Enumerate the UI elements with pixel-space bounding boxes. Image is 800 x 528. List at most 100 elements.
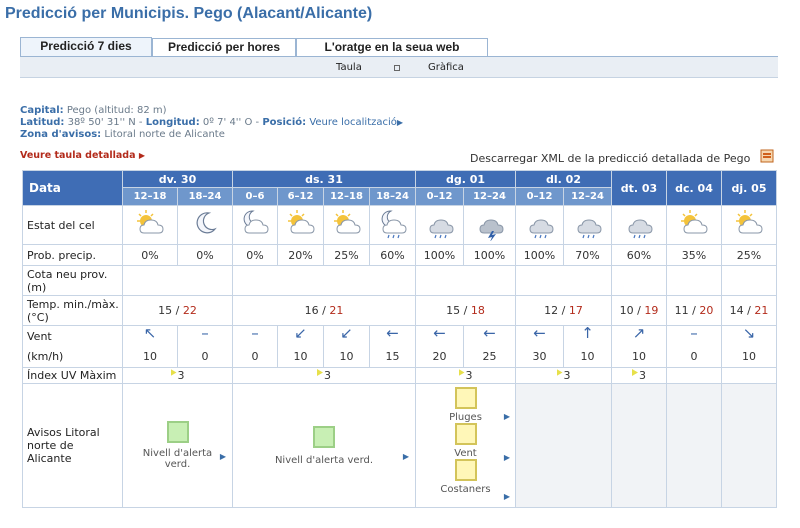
wind-arrow-icon: ↙ [340,325,353,342]
page-title: Predicció per Municipis. Pego (Alacant/A… [5,5,373,22]
sky-cell [563,205,612,245]
snow-cell [721,265,777,296]
temp-cell: 15 / 18 [415,295,516,326]
precip-cell: 0% [177,244,233,266]
day-header: dt. 03 [611,170,667,206]
wind-cell: ← 20 [415,325,464,368]
period-header: 12–24 [463,187,516,206]
precip-cell: 25% [323,244,370,266]
wind-speed: 10 [339,350,354,363]
sky-cell [177,205,233,245]
wind-cell: –0 [177,325,233,368]
arrow-right-icon: ▶ [219,452,226,461]
uv-flag-icon [458,369,465,376]
wind-speed: 25 [482,350,497,363]
arrow-right-icon: ▶ [396,118,404,127]
wind-speed: 15 [385,350,400,363]
sky-cell [122,205,178,245]
snow-cell [666,265,722,296]
sky-cell [463,205,516,245]
temp-cell: 14 / 21 [721,295,777,326]
wind-arrow-icon: ↗ [632,325,646,342]
precip-cell: 0% [232,244,278,266]
warning-cell[interactable]: Nivell d'alerta verd. ▶ [232,383,416,508]
wind-cell: –0 [232,325,278,368]
warning-text: Nivell d'alerta verd. [274,454,374,466]
period-header: 0–12 [515,187,564,206]
arrow-right-icon: ▶ [503,453,510,462]
uv-cell [666,367,722,384]
cloud-rain-icon [572,218,604,244]
sky-cell [323,205,370,245]
wind-speed: 0 [201,350,209,363]
wind-cell: –0 [666,325,722,368]
wind-speed: 10 [580,350,595,363]
day-header: dg. 01 [415,170,516,188]
warning-text: Nivell d'alerta verd. [142,448,213,470]
arrow-right-icon: ▶ [503,492,510,501]
sky-cell [277,205,324,245]
period-header: 12–24 [563,187,612,206]
rain-warning-icon [454,387,477,409]
coastal-warning[interactable]: Costaners [417,459,515,495]
warning-cell [611,383,667,508]
period-header: 0–12 [415,187,464,206]
wind-warning-icon [454,423,477,445]
uv-cell: 3 [611,367,667,384]
wind-speed: 0 [251,350,259,363]
warning-cell[interactable]: Pluges Vent Costaners ▶ ▶ ▶ [415,383,516,508]
wind-arrow-icon: ↙ [294,325,307,342]
location-link[interactable]: Veure localització [309,117,397,128]
temp-label: Temp. min./màx. (°C) [22,295,123,326]
cloud-rain-icon [524,218,556,244]
xml-download-link[interactable]: Descarregar XML de la predicció detallad… [470,152,750,165]
wind-arrow-icon: ← [386,325,399,342]
snow-cell [415,265,516,296]
wind-cell: ↘ 10 [721,325,777,368]
uv-cell: 3 [232,367,416,384]
tab-web-widget[interactable]: L'oratge en la seua web [296,38,488,56]
date-header: Data [22,170,123,206]
sky-cell [415,205,464,245]
wind-arrow-icon: ← [433,325,446,342]
xml-file-icon[interactable] [760,149,774,163]
tab-hourly[interactable]: Predicció per hores [152,38,296,56]
wind-cell: ↑ 10 [563,325,612,368]
sun-cloud-icon [678,209,710,244]
cloud-rain-icon [623,218,655,244]
tab-7-days[interactable]: Predicció 7 dies [20,37,152,57]
precip-cell: 100% [415,244,464,266]
period-header: 0–6 [232,187,278,206]
moon-icon [189,211,221,244]
snow-cell [232,265,416,296]
graph-view-link[interactable]: Gràfica [428,62,464,73]
rain-warning[interactable]: Pluges [417,387,515,423]
sun-cloud-icon [134,209,166,244]
wind-warning[interactable]: Vent [417,423,515,459]
zone-line: Zona d'avisos: Litoral norte de Alicante [20,129,225,140]
snow-cell [122,265,233,296]
wind-speed: 10 [293,350,308,363]
wind-arrow-icon: ← [483,325,496,342]
precip-cell: 70% [563,244,612,266]
uv-flag-icon [317,369,323,376]
wind-speed: 20 [432,350,447,363]
temp-cell: 16 / 21 [232,295,416,326]
uv-cell: 3 [515,367,612,384]
precip-cell: 0% [122,244,178,266]
arrow-right-icon: ▶ [402,452,409,461]
warning-cell[interactable]: Nivell d'alerta verd. ▶ [122,383,233,508]
square-icon [394,65,400,71]
temp-cell: 12 / 17 [515,295,612,326]
detail-table-link[interactable]: Veure taula detallada ▶ [20,150,145,161]
sky-label: Estat del cel [22,205,123,245]
sun-cloud-icon [733,209,765,244]
wind-cell: ↙ 10 [277,325,324,368]
wind-arrow-icon: ↑ [581,325,594,342]
sun-cloud-icon [331,209,363,244]
coords-line: Latitud: 38º 50' 31'' N - Longitud: 0º 7… [20,117,404,128]
day-header: dc. 04 [666,170,722,206]
uv-cell: 3 [415,367,516,384]
wind-speed: 30 [532,350,547,363]
table-view-link[interactable]: Taula [336,62,362,73]
